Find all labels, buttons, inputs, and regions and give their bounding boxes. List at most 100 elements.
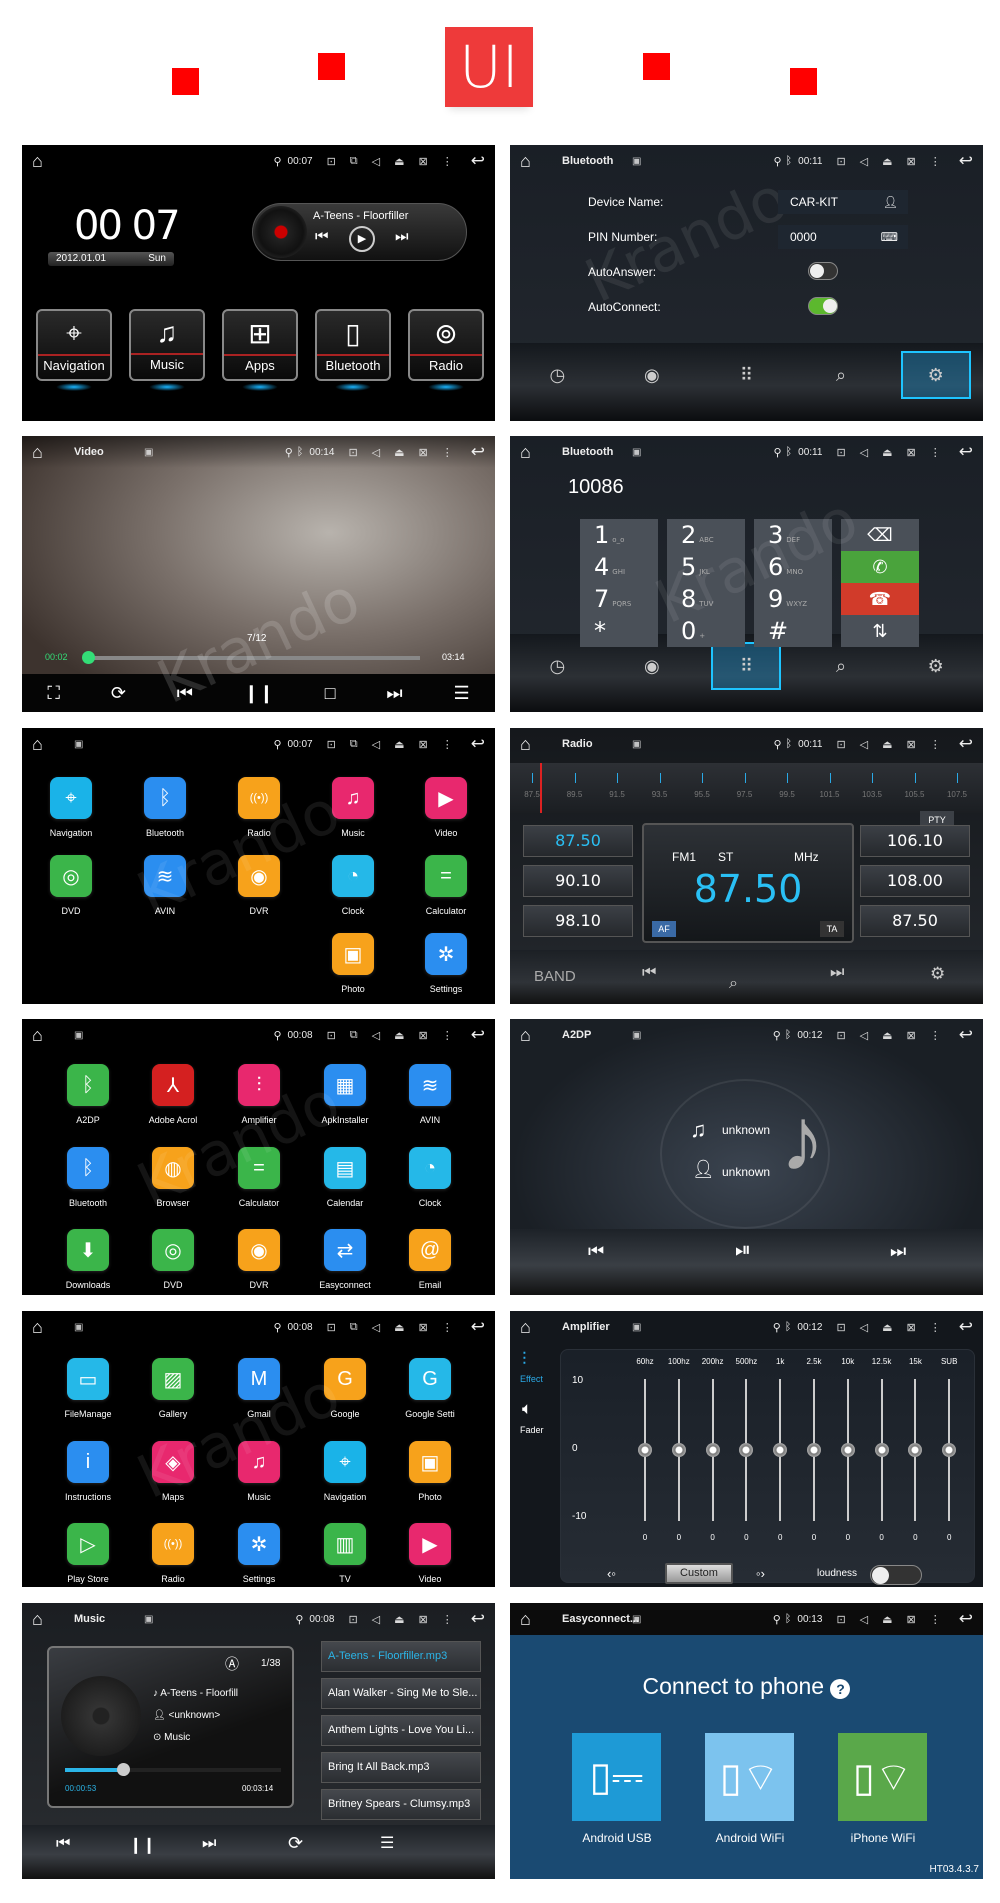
screen-icon[interactable]: ⊡ <box>836 446 845 459</box>
screen-icon[interactable]: ⊡ <box>836 155 845 168</box>
app-video[interactable]: ▶ Video <box>390 1523 470 1584</box>
next-preset-icon[interactable]: ◦› <box>756 1566 765 1581</box>
eject-icon[interactable]: ⏏ <box>882 1029 892 1042</box>
pause-icon[interactable]: ❙❙ <box>129 1835 156 1855</box>
app-instructions[interactable]: i Instructions <box>48 1441 128 1502</box>
app-play-store[interactable]: ▷ Play Store <box>48 1523 128 1584</box>
repeat-icon[interactable]: ⟳ <box>288 1833 303 1854</box>
home-icon[interactable]: ⌂ <box>32 734 60 755</box>
fader-tab[interactable]: Fader <box>520 1425 544 1435</box>
eq-knob[interactable] <box>638 1443 652 1457</box>
contacts-icon[interactable]: ◉ <box>617 642 687 690</box>
frequency-scale[interactable]: 87.5 89.5 91.5 93.5 95.5 97.5 99.5 101.5 103.5 10… <box>510 763 983 813</box>
preset-button[interactable]: 106.10 <box>860 825 970 857</box>
app-bluetooth[interactable]: ᛒ Bluetooth <box>125 777 205 838</box>
back-icon[interactable]: ↩ <box>959 1025 973 1045</box>
eq-knob[interactable] <box>773 1443 788 1457</box>
autoanswer-toggle[interactable] <box>808 262 838 280</box>
screen-icon[interactable]: ⊡ <box>836 1321 845 1334</box>
home-icon[interactable]: ⌂ <box>32 1609 60 1630</box>
next-icon[interactable]: ⏭ <box>202 1835 216 1853</box>
fullscreen-icon[interactable]: ⛶ <box>47 683 60 704</box>
screen-icon[interactable]: ⊡ <box>327 155 336 168</box>
app-dvr[interactable]: ◉ DVR <box>219 855 299 916</box>
back-icon[interactable]: ↩ <box>959 734 973 754</box>
volume-icon[interactable]: ◁ <box>372 155 380 168</box>
app-calendar[interactable]: ▤ Calendar <box>305 1147 385 1208</box>
app-music[interactable]: ♫ Music <box>313 777 393 838</box>
close-screen-icon[interactable]: ⊠ <box>907 738 916 751</box>
app-adobe-acrol[interactable]: ⅄ Adobe Acrol <box>133 1064 213 1125</box>
playlist-item[interactable]: Anthem Lights - Love You Li... <box>321 1715 481 1746</box>
eq-knob[interactable] <box>908 1443 923 1457</box>
account-icon[interactable]: Ⓐ <box>225 1654 239 1674</box>
band-button[interactable]: BAND <box>534 968 576 985</box>
key-1[interactable]: 1 o_o <box>580 519 658 551</box>
window-icon[interactable]: ⧉ <box>350 738 358 751</box>
next-button[interactable]: ⏭ <box>395 228 409 245</box>
app-google[interactable]: G Google <box>305 1358 385 1419</box>
tile-radio[interactable]: ⊚ Radio <box>408 309 484 391</box>
home-icon[interactable]: ⌂ <box>520 1317 548 1338</box>
app-filemanage[interactable]: ▭ FileManage <box>48 1358 128 1419</box>
eq-knob[interactable] <box>807 1443 821 1457</box>
menu-icon[interactable]: ⋮ <box>442 1613 453 1626</box>
app-video[interactable]: ▶ Video <box>406 777 486 838</box>
back-icon[interactable]: ↩ <box>959 1609 973 1629</box>
back-icon[interactable]: ↩ <box>471 1609 485 1629</box>
settings-icon[interactable]: ⚙ <box>900 351 971 399</box>
dialpad-icon[interactable]: ⠿ <box>711 642 782 690</box>
volume-icon[interactable]: ◁ <box>372 446 380 459</box>
connect-option-iphone-wifi[interactable]: ▯⌔ <box>838 1733 927 1821</box>
app-photo[interactable]: ▣ Photo <box>390 1441 470 1502</box>
app-music[interactable]: ♫ Music <box>219 1441 299 1502</box>
playlist-item[interactable]: A-Teens - Floorfiller.mp3 <box>321 1641 481 1672</box>
volume-icon[interactable]: ◁ <box>372 1029 380 1042</box>
back-icon[interactable]: ↩ <box>959 1317 973 1337</box>
close-screen-icon[interactable]: ⊠ <box>907 1029 916 1042</box>
app-dvr[interactable]: ◉ DVR <box>219 1229 299 1290</box>
app-settings[interactable]: ✲ Settings <box>219 1523 299 1584</box>
tile-music[interactable]: ♫ Music <box>129 309 205 391</box>
window-icon[interactable]: ⧉ <box>350 1321 358 1334</box>
app-avin[interactable]: ≋ AVIN <box>390 1064 470 1125</box>
eject-icon[interactable]: ⏏ <box>882 1321 892 1334</box>
playlist-item[interactable]: Alan Walker - Sing Me to Sle... <box>321 1678 481 1709</box>
volume-icon[interactable]: ◁ <box>860 738 868 751</box>
seek-handle[interactable] <box>82 651 96 664</box>
close-screen-icon[interactable]: ⊠ <box>419 738 428 751</box>
window-icon[interactable]: ⧉ <box>350 155 358 168</box>
volume-icon[interactable]: ◁ <box>860 1321 868 1334</box>
menu-icon[interactable]: ⋮ <box>930 155 941 168</box>
contacts-icon[interactable]: ◉ <box>617 351 687 399</box>
connect-option-android-usb[interactable]: ▯⎓ <box>572 1733 661 1821</box>
seek-back-icon[interactable]: ⏮ <box>642 964 656 982</box>
back-icon[interactable]: ↩ <box>959 442 973 462</box>
music-seekbar[interactable] <box>65 1763 281 1776</box>
back-icon[interactable]: ↩ <box>471 151 485 171</box>
screen-icon[interactable]: ⊡ <box>348 446 357 459</box>
eject-icon[interactable]: ⏏ <box>394 155 404 168</box>
effect-icon[interactable]: ⫶ <box>522 1349 527 1370</box>
eject-icon[interactable]: ⏏ <box>882 155 892 168</box>
volume-icon[interactable]: ◁ <box>372 1321 380 1334</box>
eject-icon[interactable]: ⏏ <box>394 738 404 751</box>
prev-preset-icon[interactable]: ‹◦ <box>607 1566 616 1581</box>
autoconnect-toggle[interactable] <box>808 297 838 315</box>
home-icon[interactable]: ⌂ <box>520 1609 548 1630</box>
history-icon[interactable]: ◷ <box>522 351 592 399</box>
app-navigation[interactable]: ⌖ Navigation <box>31 777 111 838</box>
app-easyconnect[interactable]: ⇄ Easyconnect <box>305 1229 385 1290</box>
back-icon[interactable]: ↩ <box>471 1317 485 1337</box>
close-screen-icon[interactable]: ⊠ <box>907 1321 916 1334</box>
menu-icon[interactable]: ⋮ <box>930 1321 941 1334</box>
app-avin[interactable]: ≋ AVIN <box>125 855 205 916</box>
close-screen-icon[interactable]: ⊠ <box>419 446 428 459</box>
app-calculator[interactable]: = Calculator <box>219 1147 299 1208</box>
screen-icon[interactable]: ⊡ <box>327 1029 336 1042</box>
app-tv[interactable]: ▥ TV <box>305 1523 385 1584</box>
ta-button[interactable]: TA <box>820 921 844 937</box>
volume-icon[interactable]: ◁ <box>860 446 868 459</box>
settings-icon[interactable]: ⚙ <box>930 964 945 984</box>
music-widget[interactable]: A-Teens - Floorfiller ⏮ ▶ ⏭ <box>252 203 467 261</box>
